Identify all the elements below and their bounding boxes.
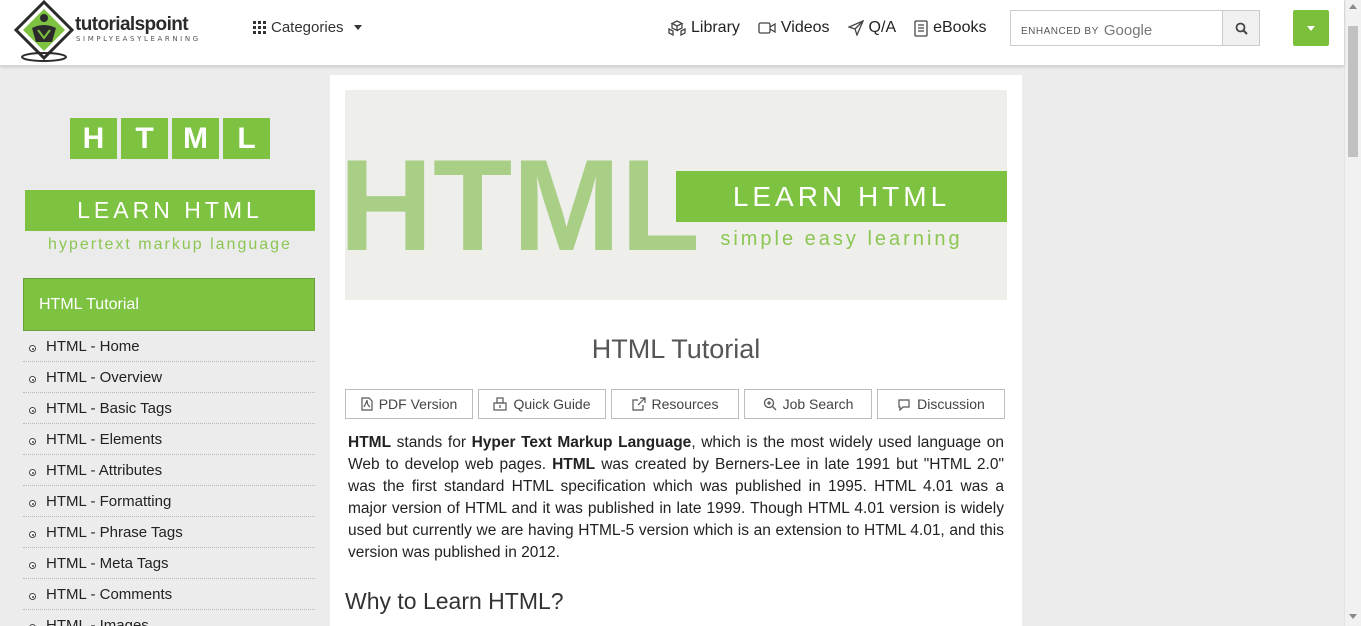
discussion-label: Discussion <box>917 396 985 412</box>
bullet-icon <box>29 376 36 383</box>
page-title: HTML Tutorial <box>591 334 761 364</box>
search-placeholder: ENHANCED BY Google <box>1021 22 1153 39</box>
nav-videos-label: Videos <box>780 19 830 36</box>
sidebar-item-label: HTML - Meta Tags <box>46 554 169 572</box>
sidebar-item-phrase-tags[interactable]: HTML - Phrase Tags <box>23 517 315 548</box>
nav-videos[interactable]: Videos <box>758 19 830 37</box>
sidebar-item-overview[interactable]: HTML - Overview <box>23 362 315 393</box>
sidebar-item-formatting[interactable]: HTML - Formatting <box>23 486 315 517</box>
categories-label: Categories <box>271 18 344 36</box>
discussion-icon <box>898 398 910 411</box>
site-header: tutorialspoint SIMPLYEASYLEARNING Catego… <box>0 0 1344 66</box>
bullet-icon <box>29 500 36 507</box>
banner-big-text: HTML <box>345 132 700 278</box>
tutorial-banner: HTML LEARN HTML simple easy learning <box>345 90 1007 300</box>
html-tiles: H T M L <box>70 118 270 159</box>
scroll-thumb[interactable] <box>1348 26 1358 157</box>
sidebar-item-label: HTML - Phrase Tags <box>46 523 183 541</box>
sidebar-item-label: HTML - Basic Tags <box>46 399 172 417</box>
search-box[interactable]: ENHANCED BY Google <box>1010 10 1260 46</box>
categories-menu[interactable]: Categories <box>253 17 362 37</box>
sidebar-item-home[interactable]: HTML - Home <box>23 331 315 362</box>
bullet-icon <box>29 469 36 476</box>
job-search-button[interactable]: Job Search <box>744 389 872 419</box>
send-icon <box>847 20 864 36</box>
nav-ebooks[interactable]: eBooks <box>914 19 986 37</box>
banner-subtitle: simple easy learning <box>720 228 963 250</box>
resources-button[interactable]: Resources <box>611 389 739 419</box>
sidebar: H T M L LEARN HTML hypertext markup lang… <box>22 76 316 626</box>
sidebar-item-elements[interactable]: HTML - Elements <box>23 424 315 455</box>
page-scrollbar[interactable] <box>1344 0 1361 626</box>
scroll-up-icon[interactable] <box>1349 4 1357 9</box>
tile-h: H <box>70 118 117 159</box>
pdf-version-button[interactable]: PDF Version <box>345 389 473 419</box>
intro-paragraph: HTML stands for Hyper Text Markup Langua… <box>348 434 1004 561</box>
site-logo[interactable]: tutorialspoint SIMPLYEASYLEARNING <box>14 0 229 62</box>
sidebar-banner: H T M L LEARN HTML hypertext markup lang… <box>25 76 315 271</box>
bullet-icon <box>29 438 36 445</box>
tile-l: L <box>223 118 270 159</box>
pdf-icon <box>361 397 373 411</box>
bullet-icon <box>29 345 36 352</box>
discussion-button[interactable]: Discussion <box>877 389 1005 419</box>
sidebar-item-basic-tags[interactable]: HTML - Basic Tags <box>23 393 315 424</box>
dropdown-toggle-button[interactable] <box>1293 10 1329 46</box>
bullet-icon <box>29 593 36 600</box>
job-search-icon <box>763 397 777 411</box>
section-heading: Why to Learn HTML? <box>345 588 564 614</box>
bullet-icon <box>29 407 36 414</box>
book-icon <box>914 19 928 37</box>
sidebar-item-html-tutorial[interactable]: HTML Tutorial <box>23 278 315 331</box>
sidebar-item-label: HTML - Attributes <box>46 461 163 479</box>
quick-guide-label: Quick Guide <box>513 396 591 412</box>
search-icon <box>1235 22 1248 35</box>
sidebar-item-meta-tags[interactable]: HTML - Meta Tags <box>23 548 315 579</box>
quick-guide-button[interactable]: Quick Guide <box>478 389 606 419</box>
sidebar-learn-label: LEARN HTML <box>25 190 315 231</box>
tile-m: M <box>172 118 219 159</box>
library-icon <box>668 20 686 36</box>
bullet-icon <box>29 531 36 538</box>
nav-library-label: Library <box>691 19 740 36</box>
top-nav: Library Videos Q/A eBooks <box>668 17 986 39</box>
banner-learn-label: LEARN HTML <box>676 171 1007 222</box>
sidebar-item-label: HTML - Comments <box>46 585 173 603</box>
bullet-icon <box>29 562 36 569</box>
main-content: HTML LEARN HTML simple easy learning HTM… <box>330 75 1022 626</box>
sidebar-subtitle: hypertext markup language <box>48 236 292 253</box>
sidebar-item-label: HTML - Overview <box>46 368 163 386</box>
action-buttons: PDF Version Quick Guide Resources Job Se… <box>345 389 1007 419</box>
quick-guide-icon <box>493 397 508 411</box>
tile-t: T <box>121 118 168 159</box>
nav-library[interactable]: Library <box>668 19 740 37</box>
sidebar-item-images[interactable]: HTML - Images <box>23 610 315 626</box>
nav-qa[interactable]: Q/A <box>847 19 897 37</box>
search-button[interactable] <box>1222 10 1260 46</box>
logo-tagline: SIMPLYEASYLEARNING <box>76 35 201 43</box>
sidebar-list: HTML - Home HTML - Overview HTML - Basic… <box>23 331 315 626</box>
sidebar-item-label: HTML - Formatting <box>46 492 172 510</box>
logo-brand: tutorialspoint <box>75 14 189 35</box>
scroll-down-icon[interactable] <box>1349 614 1357 619</box>
sidebar-item-label: HTML - Images <box>46 616 149 626</box>
caret-down-icon <box>1307 25 1315 31</box>
sidebar-item-label: HTML - Elements <box>46 430 163 448</box>
sidebar-item-attributes[interactable]: HTML - Attributes <box>23 455 315 486</box>
sidebar-item-label: HTML - Home <box>46 337 140 355</box>
nav-qa-label: Q/A <box>868 19 897 36</box>
logo-mark-icon <box>14 0 74 62</box>
sidebar-item-comments[interactable]: HTML - Comments <box>23 579 315 610</box>
nav-ebooks-label: eBooks <box>933 19 987 36</box>
external-link-icon <box>631 397 646 411</box>
job-search-label: Job Search <box>782 396 854 412</box>
caret-down-icon <box>353 24 362 30</box>
video-icon <box>758 22 776 34</box>
resources-label: Resources <box>651 396 719 412</box>
pdf-version-label: PDF Version <box>378 396 458 412</box>
grid-icon <box>253 20 266 34</box>
